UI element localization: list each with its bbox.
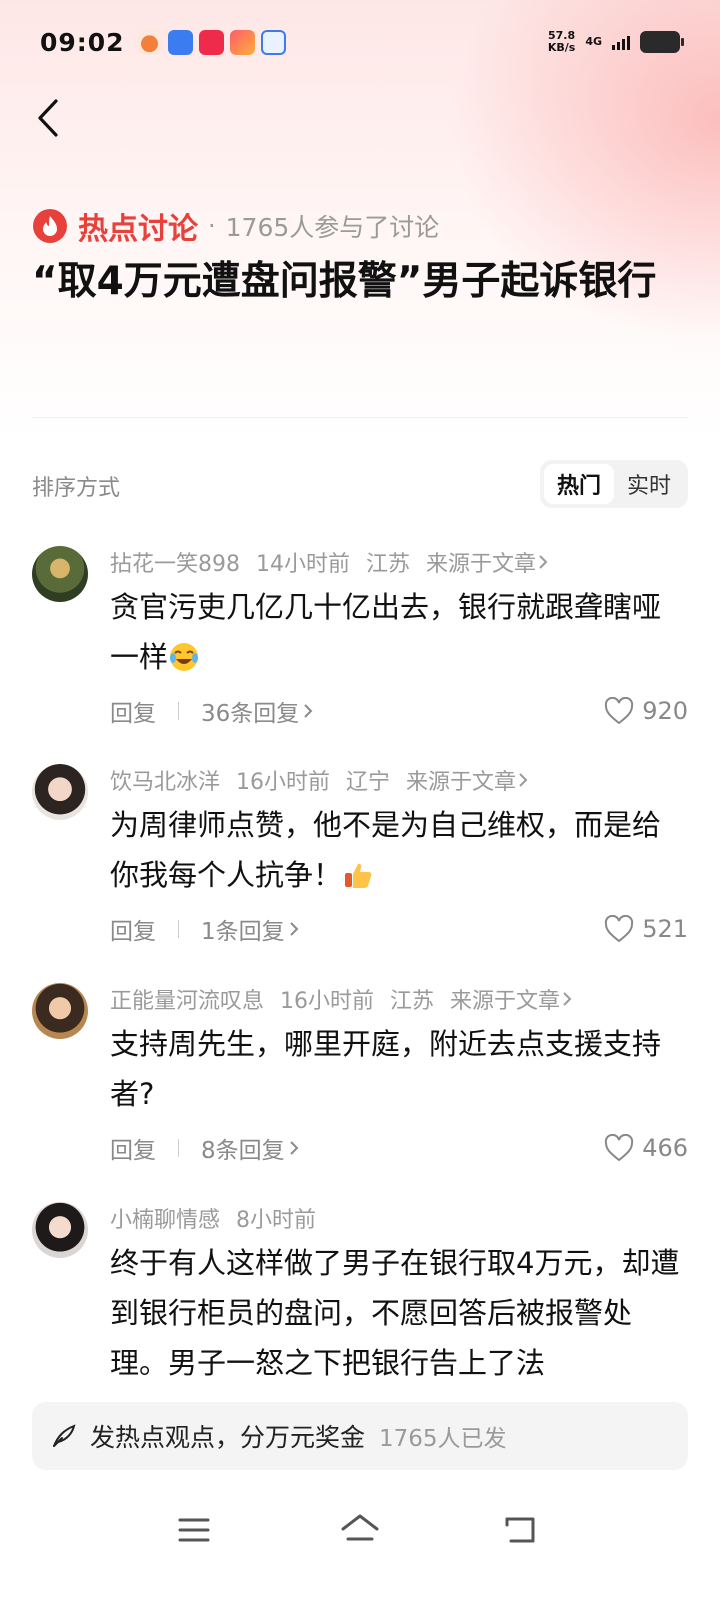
comment-item: 正能量河流叹息 16小时前 江苏 来源于文章 支持周先生，哪里开庭，附近去点支援… [32, 983, 688, 1173]
pink-app-icon [229, 29, 255, 55]
red-app-icon [198, 29, 224, 55]
crying-laughing-emoji [170, 643, 199, 671]
fire-icon [33, 209, 67, 243]
return-icon [505, 1517, 535, 1543]
comment-time: 16小时前 [280, 989, 375, 1014]
comment-meta: 正能量河流叹息 16小时前 江苏 来源于文章 [110, 983, 572, 1015]
chevron-right-icon [563, 992, 572, 1006]
network-type: 4G [585, 35, 602, 48]
comment-username[interactable]: 正能量河流叹息 [110, 983, 264, 1015]
sort-option-latest[interactable]: 实时 [614, 464, 684, 504]
comment-time: 14小时前 [256, 552, 350, 577]
chevron-right-icon [539, 555, 548, 569]
comment-username[interactable]: 小楠聊情感 [110, 1202, 220, 1234]
blue-paw-app-icon [260, 29, 286, 55]
comment-meta: 小楠聊情感 8小时前 [110, 1202, 316, 1234]
sort-toggle: 热门 实时 [540, 460, 688, 508]
heart-icon [605, 915, 634, 943]
divider [178, 920, 179, 938]
heart-icon [605, 697, 634, 725]
topic-header: 热点讨论 · 1765人参与了讨论 [32, 204, 439, 248]
reply-button[interactable]: 回复 [110, 912, 156, 946]
like-button[interactable]: 466 [604, 1134, 688, 1162]
thumbs-up-emoji [345, 863, 372, 888]
comment-actions: 回复 1条回复 521 [110, 912, 688, 946]
comment-source-link[interactable]: 来源于文章 [450, 983, 572, 1015]
menu-button[interactable] [170, 1506, 218, 1554]
sort-label: 排序方式 [32, 476, 121, 501]
view-replies-button[interactable]: 1条回复 [201, 912, 299, 946]
like-count: 521 [642, 915, 688, 943]
participant-count: 1765人参与了讨论 [225, 213, 440, 242]
comment-source-link[interactable]: 来源于文章 [406, 764, 528, 796]
like-count: 466 [642, 1134, 688, 1162]
signal-icon [612, 34, 630, 50]
divider [178, 1139, 179, 1157]
like-button[interactable]: 521 [604, 915, 688, 943]
like-button[interactable]: 920 [604, 697, 688, 725]
battery-icon [640, 31, 684, 53]
pen-icon [53, 1424, 76, 1447]
compose-opinion-bar[interactable]: 发热点观点，分万元奖金 1765人已发 [32, 1402, 688, 1470]
comment-text: 终于有人这样做了男子在银行取4万元，却遭到银行柜员的盘问，不愿回答后被报警处理。… [110, 1246, 680, 1380]
comment-username[interactable]: 饮马北冰洋 [110, 764, 220, 796]
avatar[interactable] [32, 546, 88, 602]
divider [32, 417, 688, 418]
avatar[interactable] [32, 1202, 88, 1258]
notification-app-icons [136, 29, 286, 55]
view-replies-button[interactable]: 8条回复 [201, 1131, 299, 1165]
compose-prompt: 发热点观点，分万元奖金 [90, 1423, 366, 1452]
topic-separator: · [208, 212, 216, 240]
divider [178, 702, 179, 720]
avatar[interactable] [32, 983, 88, 1039]
comment-username[interactable]: 拈花一笑898 [110, 546, 240, 578]
comment-location: 江苏 [390, 989, 435, 1014]
status-indicators: 57.8 KB/s 4G [547, 29, 684, 54]
like-count: 920 [642, 697, 688, 725]
reply-button[interactable]: 回复 [110, 694, 156, 728]
comment-actions: 回复 8条回复 466 [110, 1131, 688, 1165]
blue-app-icon [167, 29, 193, 55]
reply-button[interactable]: 回复 [110, 1131, 156, 1165]
comment-item: 饮马北冰洋 16小时前 辽宁 来源于文章 为周律师点赞，他不是为自己维权，而是给… [32, 764, 688, 954]
comment-text: 为周律师点赞，他不是为自己维权，而是给你我每个人抗争！ [110, 808, 662, 892]
comment-item: 拈花一笑898 14小时前 江苏 来源于文章 贪官污吏几亿几十亿出去，银行就跟聋… [32, 546, 688, 736]
comment-meta: 拈花一笑898 14小时前 江苏 来源于文章 [110, 546, 548, 578]
chevron-right-icon [289, 922, 299, 936]
status-bar: 09:02 57.8 KB/s 4G [0, 0, 720, 84]
chevron-right-icon [304, 704, 313, 718]
comment-text: 贪官污吏几亿几十亿出去，银行就跟聋瞎哑一样 [110, 590, 662, 674]
chevron-left-icon [38, 99, 58, 137]
heart-icon [605, 1134, 634, 1162]
compose-count: 1765人已发 [379, 1426, 507, 1452]
status-time: 09:02 [40, 27, 125, 57]
page-title: “取4万元遭盘问报警”男子起诉银行 [32, 259, 657, 304]
topic-label[interactable]: 热点讨论 [78, 204, 198, 248]
avatar[interactable] [32, 764, 88, 820]
home-button[interactable] [336, 1506, 384, 1554]
comment-location: 辽宁 [346, 770, 391, 795]
orange-app-icon [136, 29, 162, 55]
sort-option-hot[interactable]: 热门 [544, 464, 614, 504]
network-speed: 57.8 KB/s [547, 29, 576, 54]
chevron-right-icon [519, 773, 528, 787]
view-replies-button[interactable]: 36条回复 [201, 694, 313, 728]
comment-meta: 饮马北冰洋 16小时前 辽宁 来源于文章 [110, 764, 528, 796]
comment-source-link[interactable]: 来源于文章 [426, 546, 548, 578]
comment-time: 8小时前 [236, 1208, 317, 1233]
comment-item: 小楠聊情感 8小时前 终于有人这样做了男子在银行取4万元，却遭到银行柜员的盘问，… [32, 1202, 688, 1392]
system-navigation-bar [0, 1480, 720, 1608]
comment-actions: 回复 36条回复 920 [110, 694, 688, 728]
comment-text: 支持周先生，哪里开庭，附近去点支援支持者? [110, 1027, 662, 1111]
home-icon [341, 1514, 379, 1541]
back-button[interactable] [26, 92, 70, 144]
menu-icon [178, 1518, 210, 1542]
comment-location: 江苏 [366, 552, 411, 577]
back-nav-button[interactable] [496, 1506, 544, 1554]
chevron-right-icon [289, 1141, 299, 1155]
comment-time: 16小时前 [236, 770, 331, 795]
